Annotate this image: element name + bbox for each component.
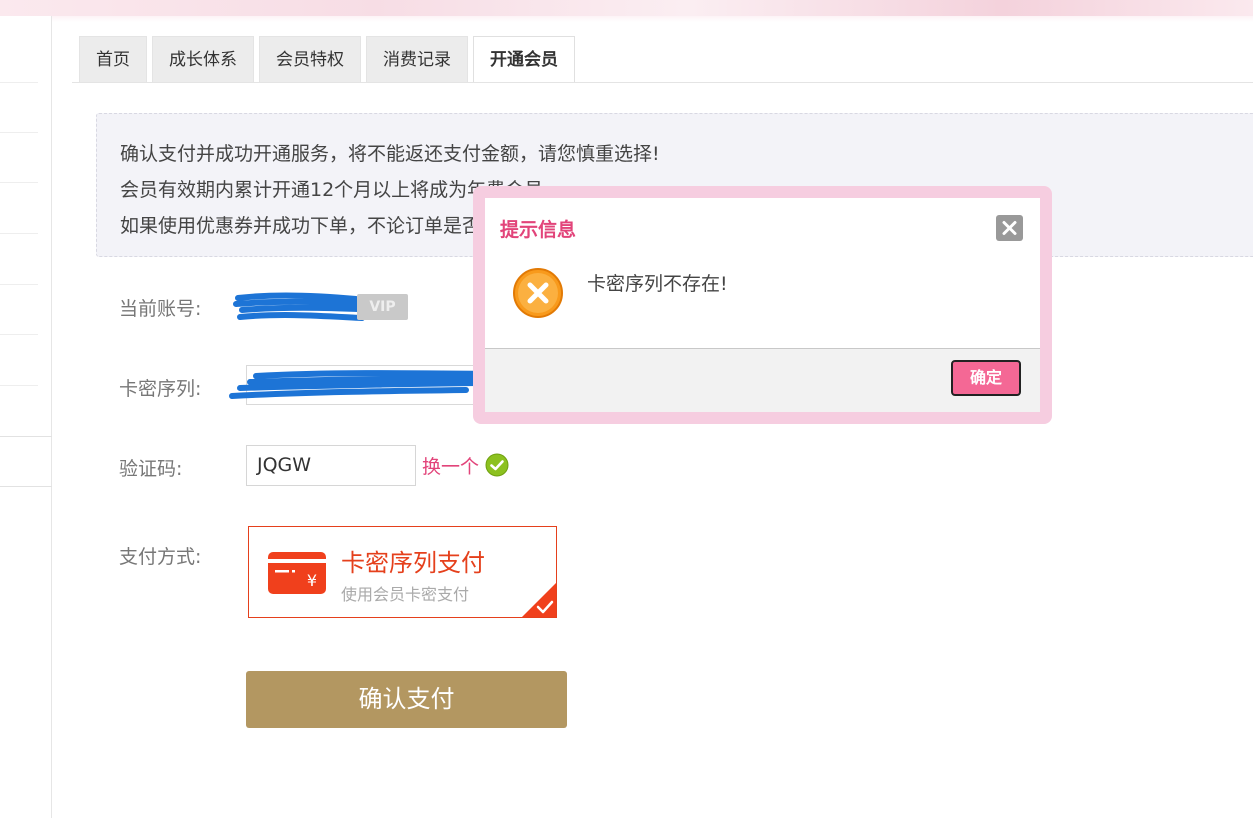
dialog-ok-button[interactable]: 确定 bbox=[951, 360, 1021, 396]
tab-member-privileges[interactable]: 会员特权 bbox=[259, 36, 361, 82]
dialog-message: 卡密序列不存在! bbox=[587, 273, 728, 295]
membership-page: 首页 成长体系 会员特权 消费记录 开通会员 确认支付并成功开通服务，将不能返还… bbox=[0, 0, 1253, 818]
payment-option-title: 卡密序列支付 bbox=[341, 549, 485, 577]
captcha-input[interactable]: JQGW bbox=[246, 445, 416, 486]
tab-home[interactable]: 首页 bbox=[79, 36, 147, 82]
tabs-divider bbox=[72, 82, 1253, 83]
selected-check-icon bbox=[522, 583, 556, 617]
tab-spending-records[interactable]: 消费记录 bbox=[366, 36, 468, 82]
error-x-icon bbox=[513, 268, 563, 318]
dialog-title: 提示信息 bbox=[500, 219, 577, 241]
vip-badge: VIP bbox=[357, 294, 408, 320]
captcha-label: 验证码: bbox=[119, 458, 183, 480]
refresh-captcha-link[interactable]: 换一个 bbox=[422, 452, 479, 479]
top-banner bbox=[0, 0, 1253, 16]
notice-line: 确认支付并成功开通服务，将不能返还支付金额，请您慎重选择! bbox=[120, 143, 660, 165]
card-yen-icon: ¥ bbox=[268, 552, 326, 594]
payment-option-subtitle: 使用会员卡密支付 bbox=[341, 585, 470, 604]
tab-bar: 首页 成长体系 会员特权 消费记录 开通会员 bbox=[79, 36, 575, 83]
tab-open-membership[interactable]: 开通会员 bbox=[473, 36, 575, 83]
check-circle-icon bbox=[485, 453, 509, 477]
svg-text:¥: ¥ bbox=[307, 571, 317, 590]
dialog-close-button[interactable] bbox=[996, 215, 1023, 241]
left-sidebar bbox=[0, 16, 52, 818]
card-serial-label: 卡密序列: bbox=[119, 378, 202, 400]
close-icon bbox=[1002, 221, 1017, 235]
confirm-pay-button[interactable]: 确认支付 bbox=[246, 671, 567, 728]
alert-dialog: 提示信息 卡密序列不存在! 确定 bbox=[485, 198, 1040, 412]
account-label: 当前账号: bbox=[119, 298, 202, 320]
dialog-header: 提示信息 bbox=[485, 198, 1040, 256]
tab-growth-system[interactable]: 成长体系 bbox=[152, 36, 254, 82]
payment-option-card-serial[interactable]: ¥ 卡密序列支付 使用会员卡密支付 bbox=[248, 526, 557, 618]
payment-method-label: 支付方式: bbox=[119, 546, 202, 568]
